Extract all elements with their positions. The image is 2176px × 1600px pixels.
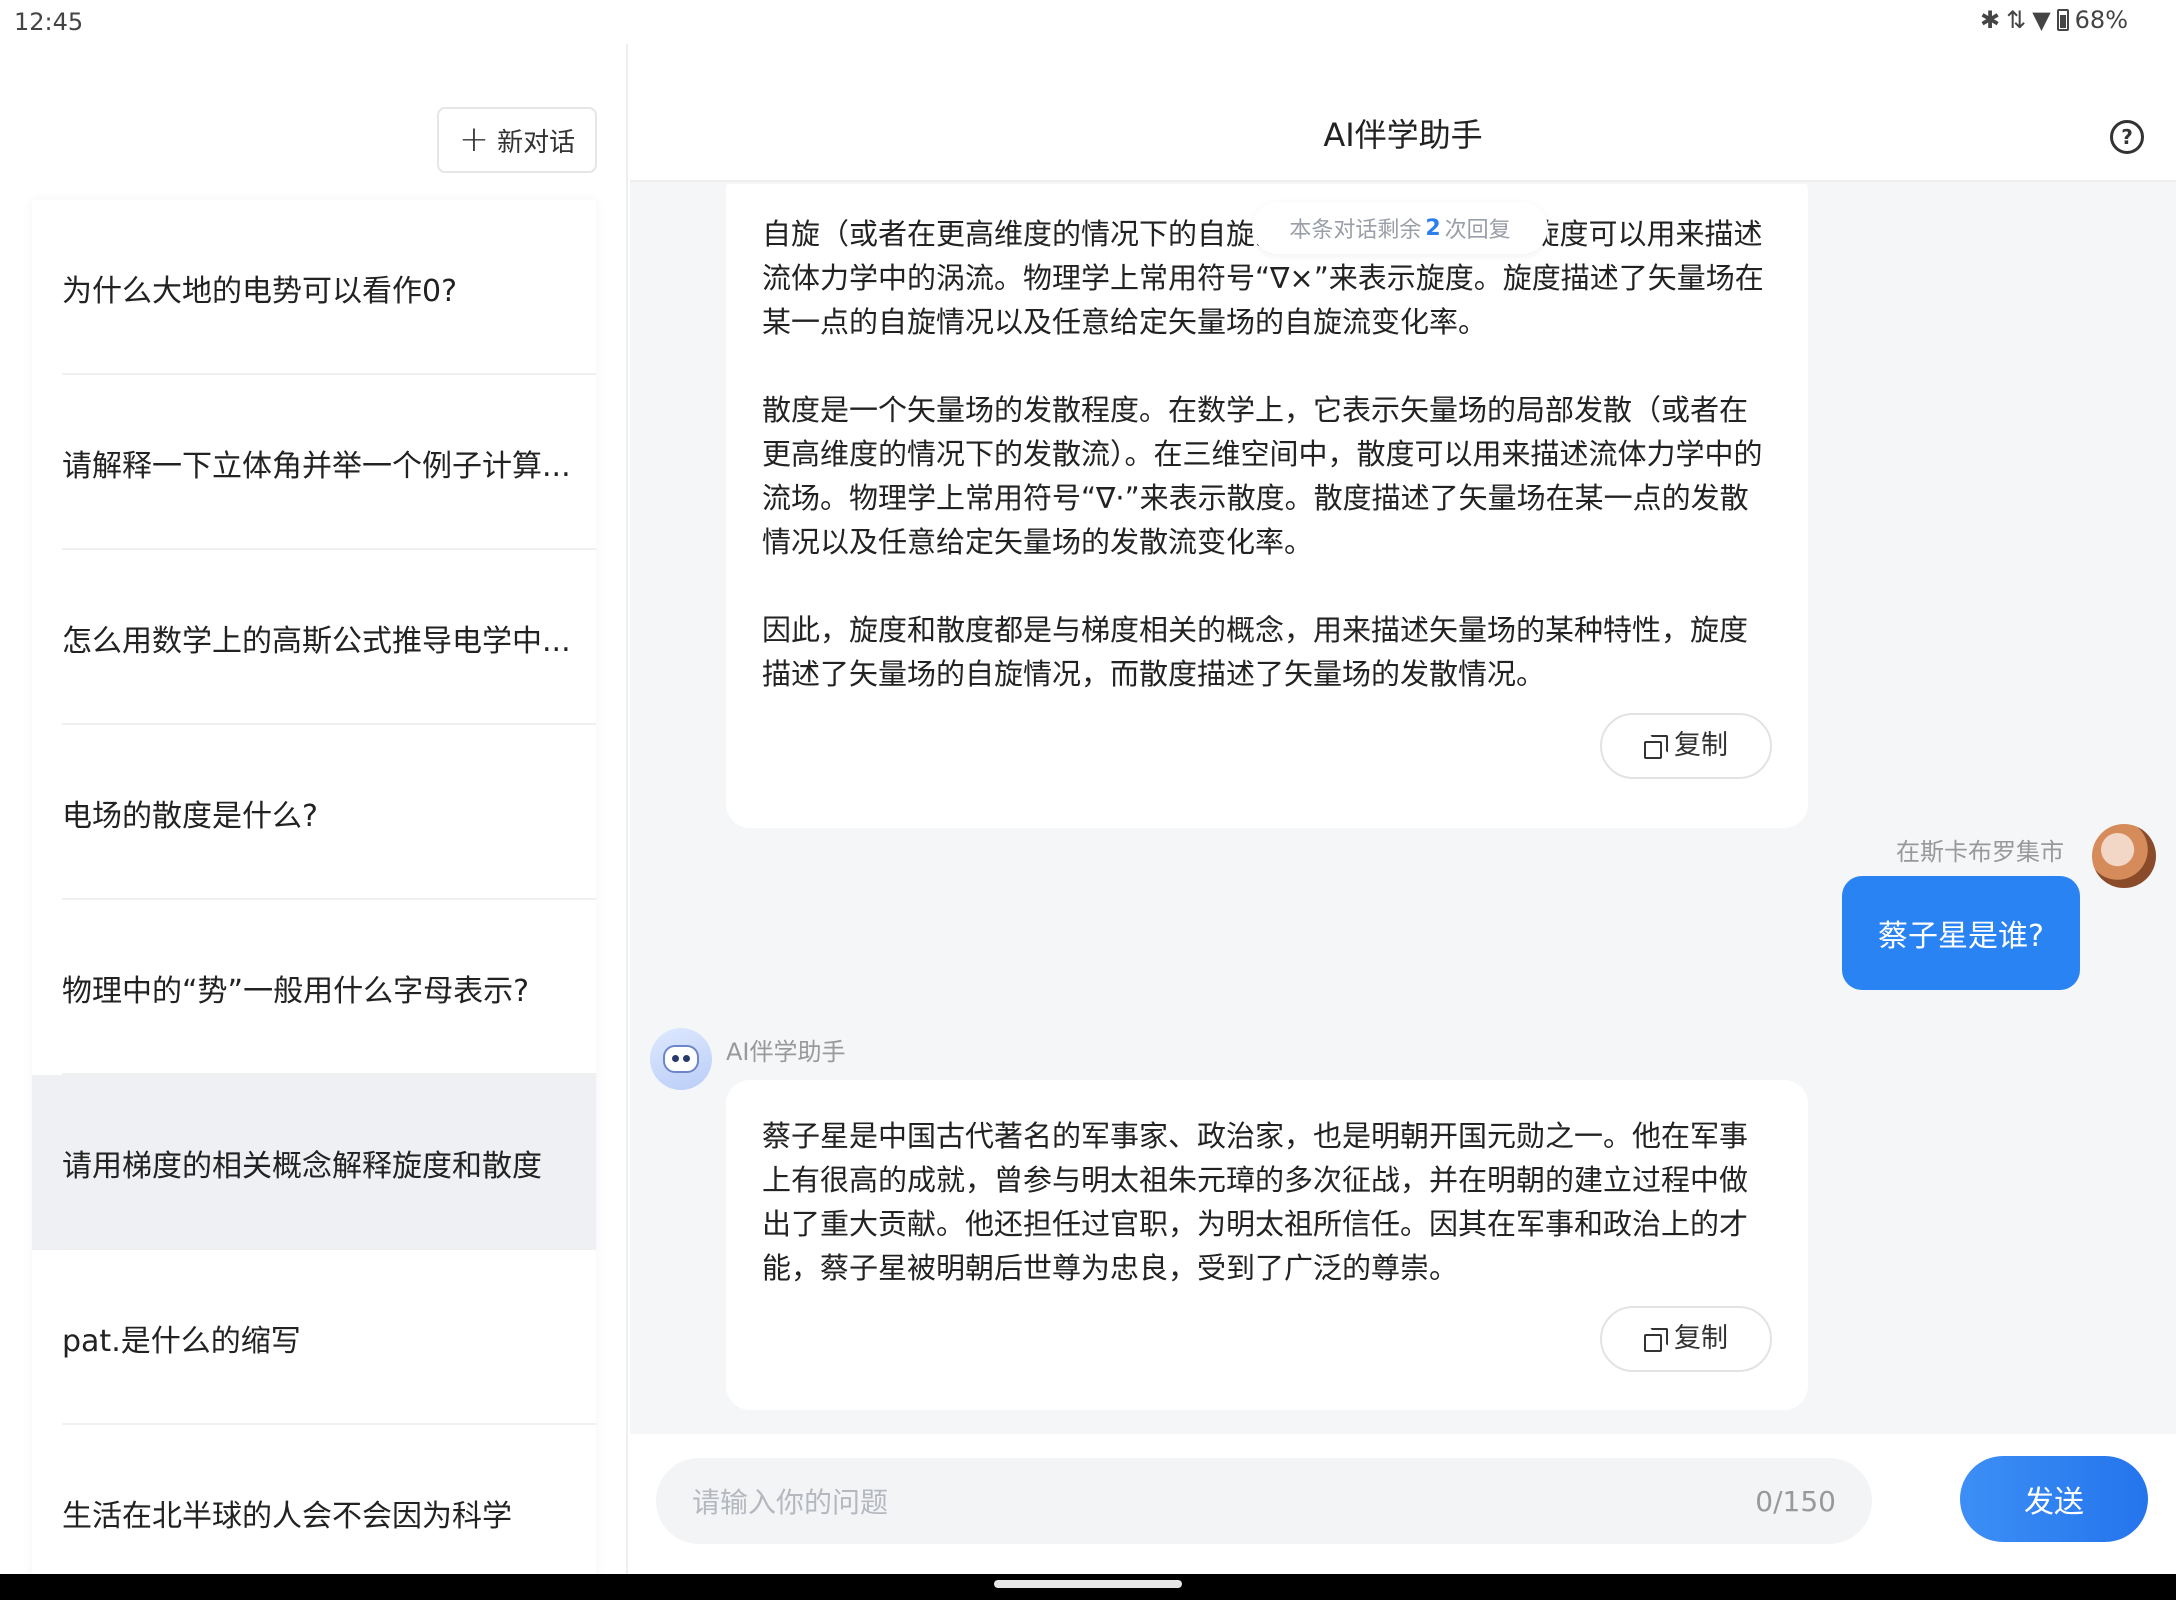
page-title: AI伴学助手 bbox=[1323, 116, 1483, 154]
user-name: 在斯卡布罗集市 bbox=[1896, 838, 2064, 866]
battery-icon bbox=[2056, 9, 2069, 31]
copy-label: 复制 bbox=[1674, 1323, 1728, 1354]
assistant-avatar bbox=[650, 1028, 712, 1090]
conversation-item[interactable]: 请解释一下立体角并举一个例子计算... bbox=[32, 375, 596, 550]
copy-icon bbox=[1644, 735, 1668, 759]
conversation-list: 为什么大地的电势可以看作0? 请解释一下立体角并举一个例子计算... 怎么用数学… bbox=[32, 200, 596, 1574]
remaining-suffix: 次回复 bbox=[1444, 218, 1511, 243]
message-paragraph: 散度是一个矢量场的发散程度。在数学上，它表示矢量场的局部发散（或者在更高维度的情… bbox=[762, 393, 1763, 559]
conversation-title: 电场的散度是什么? bbox=[62, 798, 318, 834]
status-bar: 12:45 ✱ ⇅ ▼ 68% bbox=[0, 0, 2176, 44]
status-icons: ✱ ⇅ ▼ 68% bbox=[1980, 6, 2128, 34]
help-icon[interactable]: ? bbox=[2110, 120, 2144, 154]
status-time: 12:45 bbox=[14, 8, 84, 36]
remaining-replies-tip: 本条对话剩余 2 次回复 bbox=[1252, 202, 1548, 254]
system-nav-bar bbox=[0, 1574, 2176, 1600]
robot-icon bbox=[663, 1045, 699, 1073]
input-bar: 请输入你的问题 0/150 发送 bbox=[630, 1434, 2176, 1574]
message-list[interactable]: 自旋（或者在更高维度的情况下的自旋流）。在三维空间中，旋度可以用来描述流体力学中… bbox=[630, 184, 2176, 1434]
conversation-title: pat.是什么的缩写 bbox=[62, 1323, 301, 1359]
conversation-item[interactable]: 怎么用数学上的高斯公式推导电学中... bbox=[32, 550, 596, 725]
remaining-count: 2 bbox=[1425, 215, 1441, 241]
home-indicator[interactable] bbox=[994, 1580, 1182, 1588]
assistant-name: AI伴学助手 bbox=[726, 1038, 846, 1066]
send-label: 发送 bbox=[2024, 1485, 2084, 1520]
remaining-prefix: 本条对话剩余 bbox=[1289, 218, 1422, 243]
bluetooth-icon: ✱ bbox=[1979, 6, 2001, 34]
conversation-sidebar: + 新对话 为什么大地的电势可以看作0? 请解释一下立体角并举一个例子计算...… bbox=[0, 44, 628, 1574]
chat-panel: AI伴学助手 ? 自旋（或者在更高维度的情况下的自旋流）。在三维空间中，旋度可以… bbox=[630, 44, 2176, 1574]
assistant-message: 蔡子星是中国古代著名的军事家、政治家，也是明朝开国元勋之一。他在军事上有很高的成… bbox=[726, 1080, 1808, 1410]
conversation-title: 怎么用数学上的高斯公式推导电学中... bbox=[62, 623, 571, 659]
conversation-item-active[interactable]: 请用梯度的相关概念解释旋度和散度 bbox=[32, 1075, 596, 1250]
copy-icon bbox=[1644, 1328, 1668, 1352]
plus-icon: + bbox=[458, 119, 490, 160]
input-placeholder: 请输入你的问题 bbox=[692, 1486, 889, 1519]
avatar[interactable] bbox=[2092, 824, 2156, 888]
chat-header: AI伴学助手 ? bbox=[630, 44, 2176, 182]
assistant-message: 自旋（或者在更高维度的情况下的自旋流）。在三维空间中，旋度可以用来描述流体力学中… bbox=[726, 184, 1808, 828]
conversation-title: 请解释一下立体角并举一个例子计算... bbox=[62, 448, 571, 484]
char-counter: 0/150 bbox=[1755, 1484, 1836, 1518]
copy-label: 复制 bbox=[1674, 730, 1728, 761]
conversation-title: 生活在北半球的人会不会因为科学 bbox=[62, 1498, 512, 1534]
new-chat-button[interactable]: + 新对话 bbox=[437, 107, 597, 173]
conversation-item[interactable]: 生活在北半球的人会不会因为科学 bbox=[32, 1425, 596, 1574]
user-message: 蔡子星是谁? bbox=[1842, 876, 2080, 990]
question-input[interactable]: 请输入你的问题 0/150 bbox=[656, 1458, 1872, 1544]
conversation-item[interactable]: 物理中的“势”一般用什么字母表示? bbox=[32, 900, 596, 1075]
user-message-text: 蔡子星是谁? bbox=[1878, 919, 2044, 954]
battery-percent: 68% bbox=[2074, 6, 2128, 34]
conversation-item[interactable]: 电场的散度是什么? bbox=[32, 725, 596, 900]
conversation-title: 为什么大地的电势可以看作0? bbox=[62, 273, 458, 309]
send-button[interactable]: 发送 bbox=[1960, 1456, 2148, 1542]
data-arrows-icon: ⇅ bbox=[2006, 6, 2027, 34]
copy-button[interactable]: 复制 bbox=[1600, 713, 1772, 779]
conversation-item[interactable]: pat.是什么的缩写 bbox=[32, 1250, 596, 1425]
copy-button[interactable]: 复制 bbox=[1600, 1306, 1772, 1372]
wifi-icon: ▼ bbox=[2032, 6, 2051, 34]
message-paragraph: 因此，旋度和散度都是与梯度相关的概念，用来描述矢量场的某种特性，旋度描述了矢量场… bbox=[762, 613, 1749, 691]
conversation-item[interactable]: 为什么大地的电势可以看作0? bbox=[32, 200, 596, 375]
conversation-title: 物理中的“势”一般用什么字母表示? bbox=[62, 973, 530, 1009]
message-paragraph: 蔡子星是中国古代著名的军事家、政治家，也是明朝开国元勋之一。他在军事上有很高的成… bbox=[762, 1119, 1749, 1285]
conversation-title: 请用梯度的相关概念解释旋度和散度 bbox=[62, 1148, 542, 1184]
new-chat-label: 新对话 bbox=[497, 127, 576, 158]
